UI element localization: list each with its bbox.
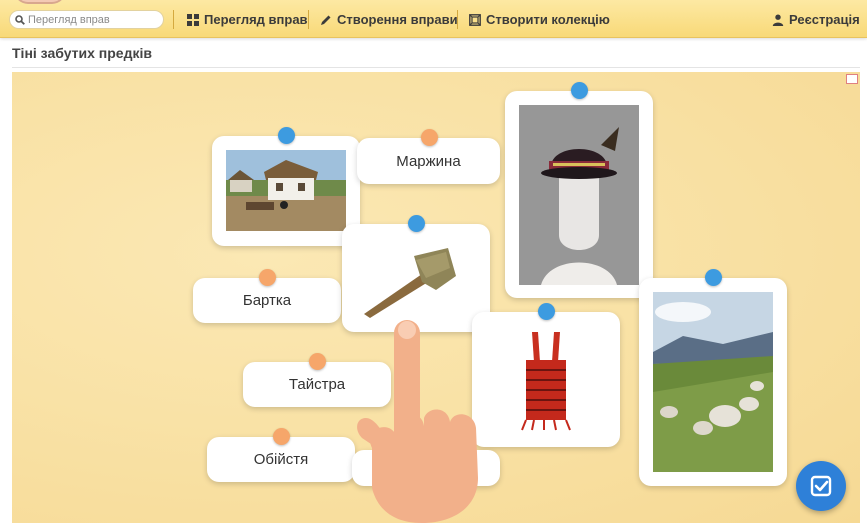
village-photo: [226, 150, 346, 231]
title-divider: [12, 67, 860, 68]
word-card-obiistia[interactable]: Обійстя: [207, 428, 355, 482]
pin-icon: [259, 269, 276, 286]
pin-icon: [538, 303, 555, 320]
page-title: Тіні забутих предків: [12, 45, 152, 61]
word-card-marzhyna[interactable]: Маржина: [357, 129, 500, 184]
word-card-bartka[interactable]: Бартка: [193, 269, 341, 323]
nav-browse-exercises[interactable]: Перегляд вправ: [187, 12, 308, 27]
sheep-photo: [653, 292, 773, 472]
nav-create-exercise[interactable]: Створення вправи: [320, 12, 458, 27]
word-label: Тайстра: [288, 376, 346, 393]
pointer-hand-icon: [357, 320, 478, 523]
image-card-hat[interactable]: [505, 82, 653, 298]
search-icon: [15, 14, 25, 25]
image-card-village[interactable]: [212, 127, 360, 246]
nav-register-label: Реєстрація: [789, 12, 860, 27]
avatar: [14, 0, 66, 4]
image-card-sheep[interactable]: [639, 269, 787, 486]
image-card-axe[interactable]: [342, 215, 490, 332]
pin-icon: [408, 215, 425, 232]
check-icon: [810, 475, 832, 497]
user-icon: [772, 14, 784, 26]
hat-photo: [519, 105, 639, 285]
pin-icon: [705, 269, 722, 286]
nav-separator: [173, 10, 174, 29]
nav-separator: [308, 10, 309, 29]
axe-photo: [356, 238, 476, 318]
search-input[interactable]: [28, 13, 158, 26]
nav-collection-label: Створити колекцію: [486, 12, 610, 27]
collection-icon: [469, 13, 481, 26]
word-label: Бартка: [242, 292, 292, 309]
nav-create-collection[interactable]: Створити колекцію: [469, 12, 610, 27]
word-label: Маржина: [396, 152, 461, 170]
grid-icon: [187, 13, 199, 26]
nav-separator: [457, 10, 458, 29]
pencil-icon: [321, 15, 331, 25]
pin-icon: [273, 428, 290, 445]
exercise-board: Маржина Бартка Тайстра Обійстя: [12, 72, 860, 523]
pin-icon: [309, 353, 326, 370]
search-box[interactable]: [9, 10, 164, 29]
pin-icon: [278, 127, 295, 144]
pin-icon: [571, 82, 588, 99]
nav-create-label: Створення вправи: [337, 12, 458, 27]
top-navigation-bar: Перегляд вправ Створення вправи Створити…: [0, 0, 867, 38]
expand-icon[interactable]: [846, 74, 858, 84]
nav-register[interactable]: Реєстрація: [772, 12, 860, 27]
check-answers-button[interactable]: [796, 461, 846, 511]
pin-icon: [420, 129, 438, 146]
word-label: Обійстя: [253, 451, 309, 468]
nav-browse-label: Перегляд вправ: [204, 12, 308, 27]
